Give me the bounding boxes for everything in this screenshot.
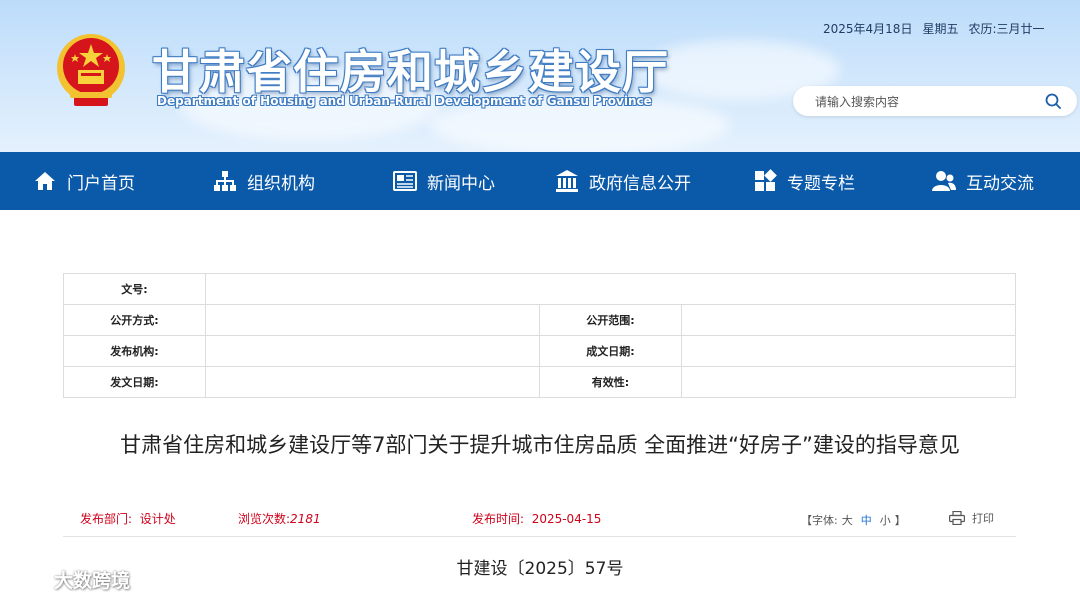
- public-scope-value: [681, 304, 1016, 336]
- bracket-close: 】: [894, 514, 906, 527]
- main-nav: 门户首页 组织机构 新闻中心 政府信息公开 专题专栏 互动交流: [0, 152, 1080, 210]
- issue-date-label: 发文日期:: [63, 366, 206, 398]
- written-date-label: 成文日期:: [539, 335, 682, 367]
- table-row: 公开方式: 公开范围:: [63, 304, 1016, 336]
- date-line: 2025年4月18日 星期五 农历:三月廿一: [823, 20, 1055, 37]
- public-method-label: 公开方式:: [63, 304, 206, 336]
- print-label: 打印: [972, 512, 994, 525]
- nav-item-organization[interactable]: 组织机构: [213, 152, 315, 210]
- publish-time-value: 2025-04-15: [531, 512, 602, 526]
- newspaper-icon: [393, 171, 417, 191]
- org-chart-icon: [214, 171, 236, 191]
- nav-item-news[interactable]: 新闻中心: [393, 152, 495, 210]
- site-header: 甘肃省住房和城乡建设厅 Department of Housing and Ur…: [0, 0, 1080, 152]
- publish-time-meta: 发布时间: 2025-04-15: [472, 510, 601, 527]
- views-label: 浏览次数:: [238, 512, 291, 526]
- issuer-label: 发布机构:: [63, 335, 206, 367]
- font-size-label: 字体:: [812, 514, 838, 527]
- font-size-small[interactable]: 小: [880, 514, 891, 527]
- nav-item-interaction[interactable]: 互动交流: [932, 152, 1034, 210]
- department-meta: 发布部门: 设计处: [80, 510, 176, 527]
- nav-item-label: 政府信息公开: [589, 173, 691, 194]
- nav-item-label: 互动交流: [966, 173, 1034, 194]
- issuer-value: [205, 335, 540, 367]
- search-input[interactable]: [813, 92, 1037, 112]
- issue-date-value: [205, 366, 540, 398]
- document-number: 甘建设〔2025〕57号: [456, 559, 624, 579]
- document-info-table: 文号: 公开方式: 公开范围: 发布机构: 成文日期: 发文日期: 有效性:: [63, 273, 1016, 398]
- users-icon: [932, 171, 956, 191]
- printer-icon: [949, 511, 965, 525]
- public-method-value: [205, 304, 540, 336]
- weekday: 星期五: [922, 22, 959, 36]
- grid-icon: [755, 169, 777, 191]
- national-emblem-icon: [57, 34, 125, 106]
- written-date-value: [681, 335, 1016, 367]
- validity-label: 有效性:: [539, 366, 682, 398]
- nav-item-label: 门户首页: [67, 173, 135, 194]
- home-icon: [35, 172, 55, 190]
- print-button[interactable]: 打印: [949, 510, 994, 526]
- divider: [63, 536, 1016, 537]
- doc-number-label: 文号:: [63, 273, 206, 305]
- doc-number-value: [205, 273, 1016, 305]
- nav-item-gov-info[interactable]: 政府信息公开: [555, 152, 691, 210]
- font-size-medium[interactable]: 中: [861, 514, 872, 527]
- nav-item-label: 专题专栏: [787, 173, 855, 194]
- views-meta: 浏览次数:2181: [238, 510, 321, 527]
- watermark-text: 大数跨境: [54, 570, 131, 592]
- department-label: 发布部门:: [80, 512, 133, 526]
- font-size-control: 【字体: 大中小】: [801, 512, 906, 528]
- table-row: 发布机构: 成文日期:: [63, 335, 1016, 367]
- search-icon[interactable]: [1045, 93, 1061, 109]
- search-box: [793, 86, 1077, 116]
- table-row: 文号:: [63, 273, 1016, 305]
- department-value: 设计处: [139, 512, 176, 526]
- watermark: 大数跨境: [10, 566, 130, 593]
- lunar-date: 农历:三月廿一: [968, 22, 1045, 36]
- validity-value: [681, 366, 1016, 398]
- site-title: 甘肃省住房和城乡建设厅: [152, 45, 669, 99]
- article-title: 甘肃省住房和城乡建设厅等7部门关于提升城市住房品质 全面推进“好房子”建设的指导…: [120, 433, 960, 457]
- current-date: 2025年4月18日: [823, 22, 913, 36]
- publish-time-label: 发布时间:: [472, 512, 525, 526]
- nav-item-home[interactable]: 门户首页: [33, 152, 135, 210]
- nav-item-special-topics[interactable]: 专题专栏: [753, 152, 855, 210]
- nav-item-label: 组织机构: [247, 173, 315, 194]
- font-size-large[interactable]: 大: [842, 514, 853, 527]
- article-meta: 发布部门: 设计处 浏览次数:2181 发布时间: 2025-04-15: [0, 510, 1080, 528]
- nav-item-label: 新闻中心: [427, 173, 495, 194]
- public-scope-label: 公开范围:: [539, 304, 682, 336]
- government-building-icon: [556, 170, 578, 192]
- views-value: 2181: [290, 512, 321, 526]
- bracket-open: 【: [801, 514, 812, 527]
- site-subtitle: Department of Housing and Urban-Rural De…: [157, 94, 652, 108]
- table-row: 发文日期: 有效性:: [63, 366, 1016, 398]
- watermark-logo-icon: [10, 568, 45, 590]
